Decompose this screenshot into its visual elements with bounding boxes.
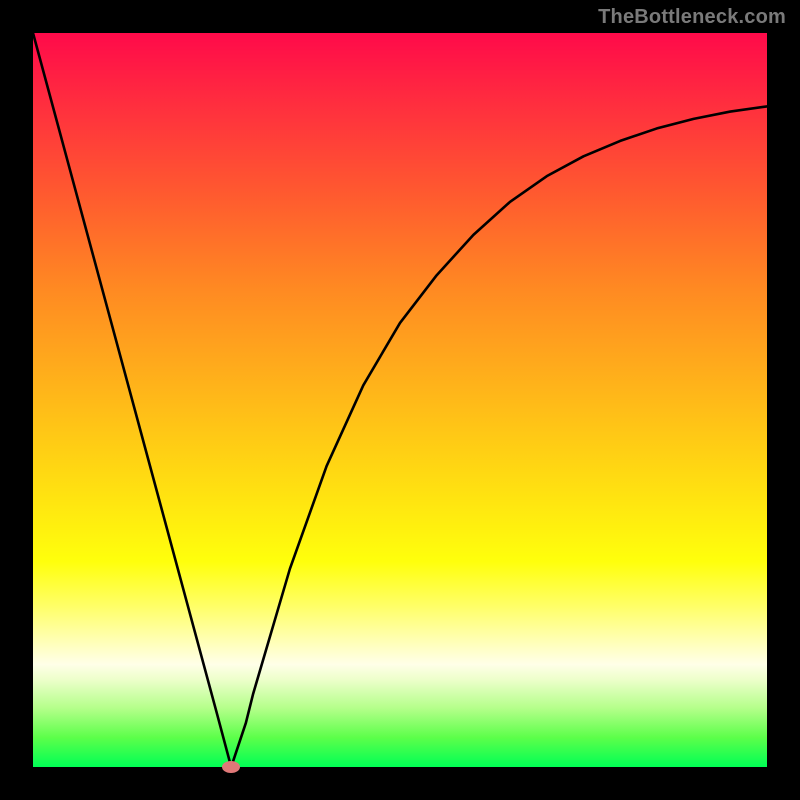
plot-area <box>33 33 767 767</box>
chart-frame: TheBottleneck.com <box>0 0 800 800</box>
line-curve <box>33 33 767 767</box>
optimum-marker <box>222 761 240 773</box>
watermark-text: TheBottleneck.com <box>598 6 786 29</box>
